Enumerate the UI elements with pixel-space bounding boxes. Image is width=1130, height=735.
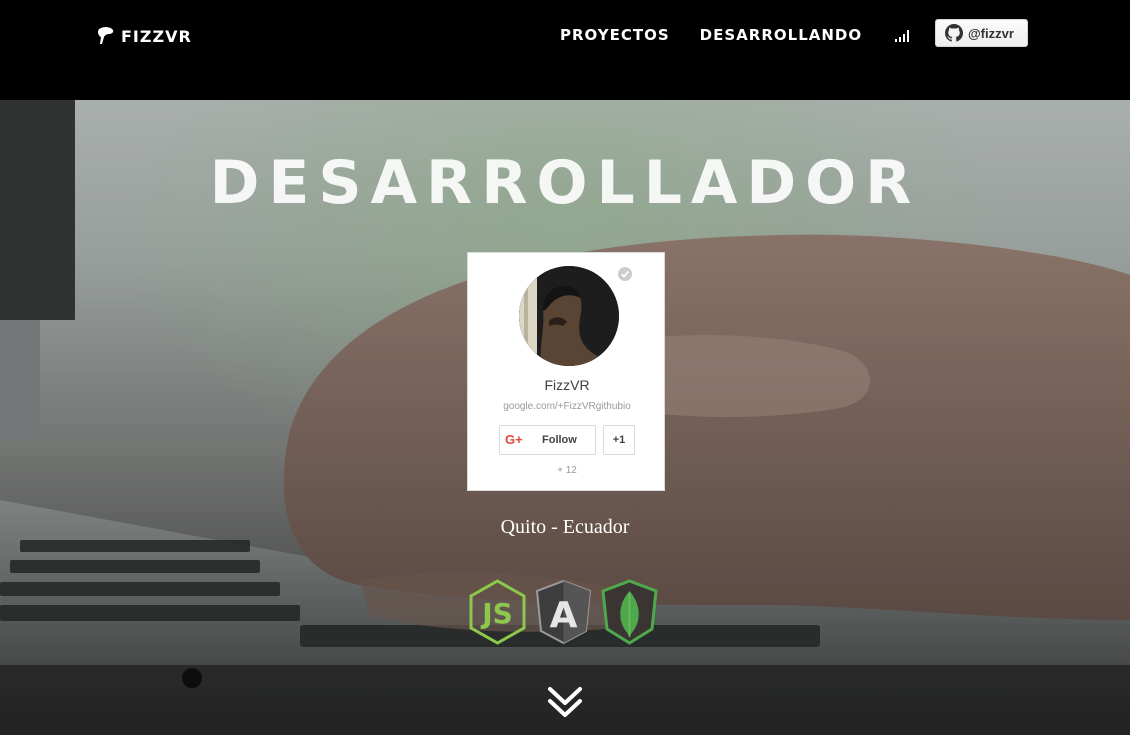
signal-icon[interactable]	[894, 28, 912, 42]
plus-count: + 12	[557, 465, 577, 476]
brand-link[interactable]: FIZZVR	[97, 26, 192, 46]
github-handle: @fizzvr	[968, 25, 1014, 41]
angular-icon: A	[535, 579, 592, 645]
follow-label: Follow	[542, 434, 577, 446]
avatar[interactable]	[519, 266, 619, 366]
tech-stack: JS A	[468, 579, 664, 645]
hero-section: DESARROLLADOR FizzVR google.com/+FizzVRg…	[0, 100, 1130, 735]
navbar: FIZZVR PROYECTOS DESARROLLANDO @fizzvr	[0, 0, 1130, 100]
location-text: Quito - Ecuador	[500, 516, 630, 538]
mongodb-icon	[601, 579, 658, 645]
nodejs-icon: JS	[469, 579, 526, 645]
google-plus-profile-card: FizzVR google.com/+FizzVRgithubio G+ Fol…	[467, 252, 665, 491]
hero-title: DESARROLLADOR	[209, 148, 921, 218]
github-icon	[945, 24, 963, 42]
plus-one-button[interactable]: +1	[603, 425, 635, 455]
avatar-photo	[519, 266, 619, 366]
nav-link-proyectos[interactable]: PROYECTOS	[560, 26, 670, 44]
nav-link-desarrollando[interactable]: DESARROLLANDO	[700, 26, 862, 44]
nav-links: PROYECTOS DESARROLLANDO	[560, 26, 892, 44]
angular-letter: A	[550, 595, 578, 636]
chevron-double-down-icon[interactable]	[547, 685, 583, 721]
nodejs-letters: JS	[480, 597, 513, 630]
brand-name: FIZZVR	[121, 26, 192, 46]
profile-name[interactable]: FizzVR	[468, 377, 666, 393]
follow-button[interactable]: G+ Follow	[499, 425, 596, 455]
verified-icon	[618, 267, 632, 281]
github-follow-button[interactable]: @fizzvr	[935, 19, 1028, 47]
gplus-icon: G+	[505, 432, 523, 447]
profile-url[interactable]: google.com/+FizzVRgithubio	[468, 401, 666, 412]
brand-logo-icon	[98, 26, 114, 44]
